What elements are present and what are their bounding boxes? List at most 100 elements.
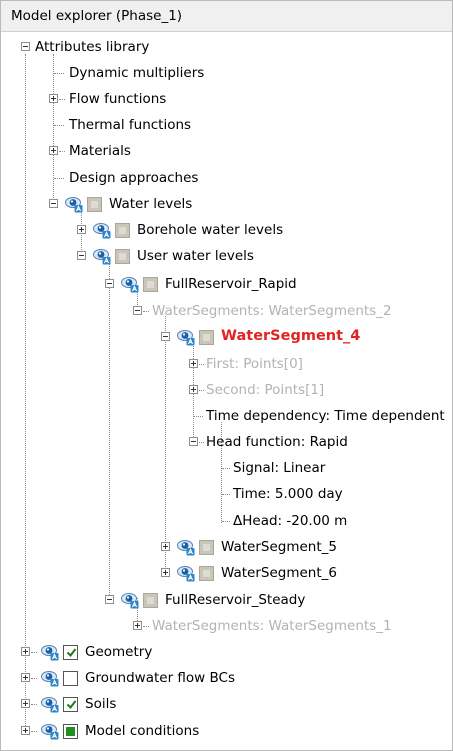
visibility-checkbox[interactable] [115,223,130,238]
tree-node-design-approaches[interactable]: Design approaches [1,167,452,191]
tree-node-first-points[interactable]: First: Points[0] [1,353,452,377]
eye-icon[interactable] [177,539,196,556]
visibility-checkbox[interactable] [199,540,214,555]
water-levels-label: Water levels [109,196,193,212]
dynamic-multipliers-label: Dynamic multipliers [69,65,205,81]
thermal-functions-label: Thermal functions [69,117,192,133]
eye-icon[interactable] [93,248,112,265]
expand-icon[interactable] [21,673,30,682]
collapse-icon[interactable] [133,306,142,315]
collapse-icon[interactable] [105,279,114,288]
full-reservoir-rapid-label: FullReservoir_Rapid [165,276,297,292]
eye-icon[interactable] [41,644,60,661]
first-points-label: First: Points[0] [206,356,303,372]
tree-node-materials[interactable]: Materials [1,140,452,164]
attributes-library-label: Attributes library [35,39,150,55]
tree-node-water-levels[interactable]: Water levels [1,193,452,217]
eye-icon[interactable] [93,222,112,239]
user-water-levels-label: User water levels [137,248,254,264]
water-segments-1-label: WaterSegments: WaterSegments_1 [152,618,392,634]
eye-icon[interactable] [41,723,60,740]
expand-icon[interactable] [21,726,30,735]
visibility-checkbox[interactable] [199,566,214,581]
tree-node-user-water-levels[interactable]: User water levels [1,245,452,269]
visibility-checkbox[interactable] [115,249,130,264]
eye-icon[interactable] [121,276,140,293]
head-function-label: Head function: Rapid [206,434,348,450]
expand-icon[interactable] [161,568,170,577]
model-explorer-panel: Model explorer (Phase_1) Attributes libr… [0,0,453,751]
panel-title: Model explorer (Phase_1) [11,8,183,24]
tree-node-model-conditions[interactable]: Model conditions [1,720,452,744]
flow-functions-label: Flow functions [69,91,167,107]
tree-node-geometry[interactable]: Geometry [1,641,452,665]
tree-node-water-segments-1[interactable]: WaterSegments: WaterSegments_1 [1,615,452,639]
second-points-label: Second: Points[1] [206,382,325,398]
eye-icon[interactable] [121,592,140,609]
visibility-checkbox[interactable] [143,593,158,608]
collapse-icon[interactable] [105,595,114,604]
visibility-checkbox[interactable] [87,197,102,212]
eye-icon[interactable] [65,196,84,213]
tree-node-water-segment-5[interactable]: WaterSegment_5 [1,536,452,560]
tree-node-signal[interactable]: Signal: Linear [1,457,452,481]
tree-node-flow-functions[interactable]: Flow functions [1,88,452,112]
materials-label: Materials [69,143,131,159]
geometry-checkbox[interactable] [63,645,78,660]
collapse-icon[interactable] [161,332,170,341]
tree-node-attributes-library[interactable]: Attributes library [1,36,452,60]
time-label: Time: 5.000 day [233,486,343,502]
expand-icon[interactable] [49,94,58,103]
water-segments-2-label: WaterSegments: WaterSegments_2 [152,303,392,319]
eye-icon[interactable] [177,565,196,582]
tree-node-water-segment-4[interactable]: WaterSegment_4 [1,326,452,350]
expand-icon[interactable] [49,146,58,155]
visibility-checkbox[interactable] [199,330,214,345]
expand-icon[interactable] [21,647,30,656]
tree-node-groundwater-flow-bcs[interactable]: Groundwater flow BCs [1,667,452,691]
water-segment-6-label: WaterSegment_6 [221,565,337,581]
tree-node-dynamic-multipliers[interactable]: Dynamic multipliers [1,62,452,86]
visibility-checkbox[interactable] [143,277,158,292]
tree-node-soils[interactable]: Soils [1,693,452,717]
soils-label: Soils [85,696,117,712]
model-conditions-checkbox[interactable] [63,724,78,739]
collapse-icon[interactable] [21,42,30,51]
tree-node-full-reservoir-rapid[interactable]: FullReservoir_Rapid [1,273,452,297]
tree-node-thermal-functions[interactable]: Thermal functions [1,114,452,138]
tree-node-head-function[interactable]: Head function: Rapid [1,431,452,455]
collapse-icon[interactable] [189,437,198,446]
expand-icon[interactable] [161,542,170,551]
expand-icon[interactable] [21,699,30,708]
groundwater-flow-bcs-label: Groundwater flow BCs [85,670,235,686]
tree-node-water-segments-2[interactable]: WaterSegments: WaterSegments_2 [1,300,452,324]
tree-node-borehole-water-levels[interactable]: Borehole water levels [1,219,452,243]
eye-icon[interactable] [41,670,60,687]
tree-node-time-dependency[interactable]: Time dependency: Time dependent [1,405,452,429]
design-approaches-label: Design approaches [69,170,199,186]
tree-node-second-points[interactable]: Second: Points[1] [1,379,452,403]
tree-node-time[interactable]: Time: 5.000 day [1,483,452,507]
water-segment-4-label: WaterSegment_4 [221,328,361,344]
tree-node-full-reservoir-steady[interactable]: FullReservoir_Steady [1,589,452,613]
borehole-water-levels-label: Borehole water levels [137,222,284,238]
collapse-icon[interactable] [49,199,58,208]
time-dependency-label: Time dependency: Time dependent [206,408,445,424]
delta-head-label: ΔHead: -20.00 m [233,513,348,529]
groundwater-flow-bcs-checkbox[interactable] [63,671,78,686]
full-reservoir-steady-label: FullReservoir_Steady [165,592,306,608]
signal-label: Signal: Linear [233,460,326,476]
soils-checkbox[interactable] [63,697,78,712]
expand-icon[interactable] [189,385,198,394]
geometry-label: Geometry [85,644,153,660]
expand-icon[interactable] [133,621,142,630]
eye-icon[interactable] [177,329,196,346]
check-icon [66,699,77,710]
collapse-icon[interactable] [77,251,86,260]
eye-icon[interactable] [41,696,60,713]
tree-node-delta-head[interactable]: ΔHead: -20.00 m [1,510,452,534]
panel-titlebar: Model explorer (Phase_1) [1,1,452,32]
expand-icon[interactable] [189,359,198,368]
tree-node-water-segment-6[interactable]: WaterSegment_6 [1,562,452,586]
expand-icon[interactable] [77,225,86,234]
